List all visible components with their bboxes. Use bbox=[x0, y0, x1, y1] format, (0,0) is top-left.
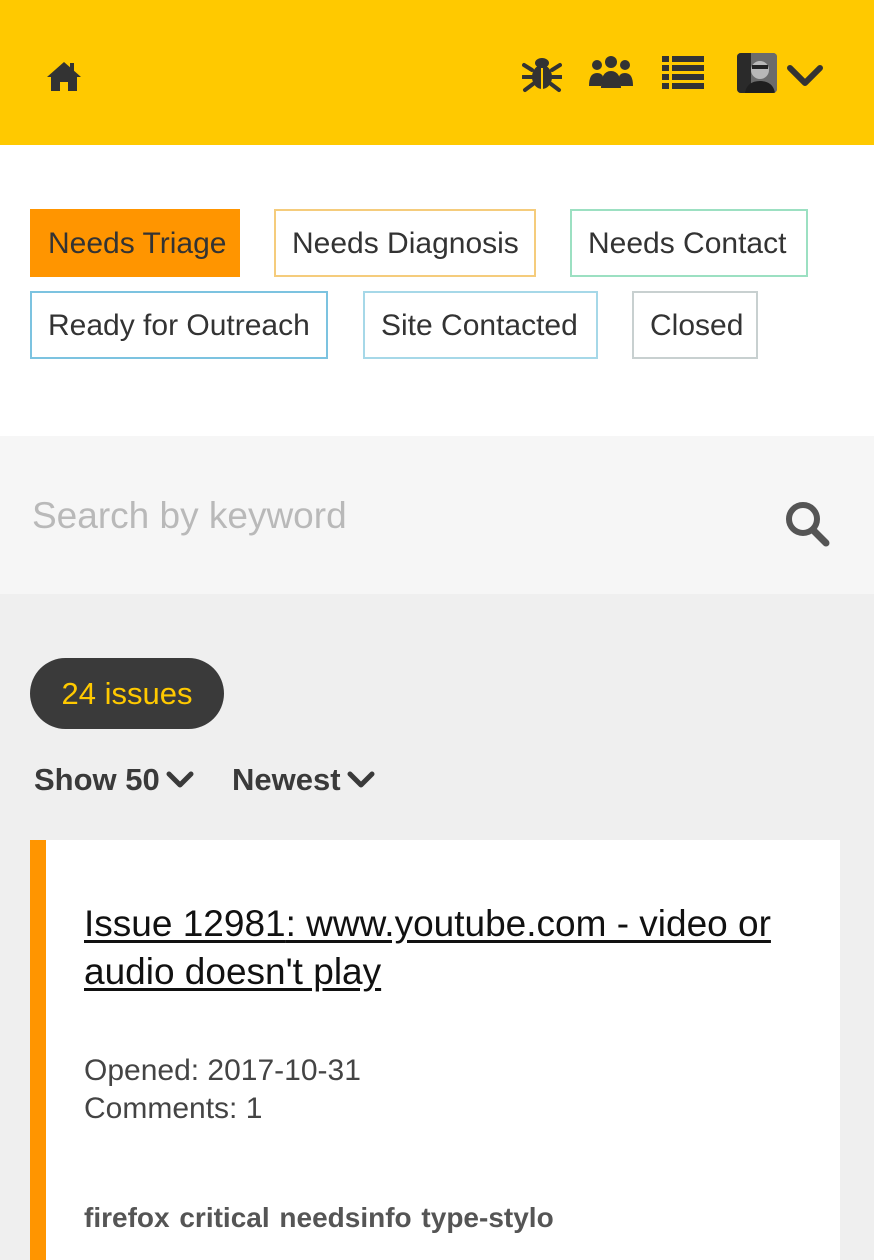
label-site-contacted[interactable]: Site Contacted bbox=[363, 291, 598, 359]
search-bar bbox=[0, 436, 874, 594]
label-ready-for-outreach[interactable]: Ready for Outreach bbox=[30, 291, 328, 359]
bug-icon[interactable] bbox=[522, 53, 562, 93]
search-icon[interactable] bbox=[782, 498, 832, 550]
chevron-down-icon bbox=[347, 771, 375, 788]
list-icon[interactable] bbox=[662, 55, 704, 89]
issue-count-badge: 24 issues bbox=[30, 658, 224, 729]
issue-opened-date: Opened: 2017-10-31 bbox=[84, 1054, 361, 1087]
show-count-label: Show 50 bbox=[34, 762, 160, 797]
label-filter-bar: Needs Triage Needs Diagnosis Needs Conta… bbox=[0, 145, 874, 436]
home-icon[interactable] bbox=[44, 58, 84, 94]
label-closed[interactable]: Closed bbox=[632, 291, 758, 359]
label-needs-contact[interactable]: Needs Contact bbox=[570, 209, 808, 277]
chevron-down-icon bbox=[166, 771, 194, 788]
show-count-dropdown[interactable]: Show 50 bbox=[34, 758, 194, 802]
issue-card: Issue 12981: www.youtube.com - video or … bbox=[30, 840, 840, 1260]
issue-title-link[interactable]: Issue 12981: www.youtube.com - video or … bbox=[84, 900, 804, 996]
sort-label: Newest bbox=[232, 762, 341, 797]
sort-dropdown[interactable]: Newest bbox=[232, 758, 375, 802]
label-needs-triage[interactable]: Needs Triage bbox=[30, 209, 240, 277]
top-nav-bar bbox=[0, 0, 874, 145]
label-needs-diagnosis[interactable]: Needs Diagnosis bbox=[274, 209, 536, 277]
issue-number: Issue 12981 bbox=[84, 903, 286, 944]
people-icon[interactable] bbox=[588, 54, 634, 90]
chevron-down-icon[interactable] bbox=[786, 62, 824, 90]
issue-comments-count: Comments: 1 bbox=[84, 1092, 263, 1125]
avatar[interactable] bbox=[737, 53, 777, 93]
issue-meta: Opened: 2017-10-31 Comments: 1 bbox=[84, 1052, 361, 1128]
search-input[interactable] bbox=[30, 486, 734, 546]
issue-tags: firefox critical needsinfo type-stylo bbox=[84, 1202, 554, 1233]
